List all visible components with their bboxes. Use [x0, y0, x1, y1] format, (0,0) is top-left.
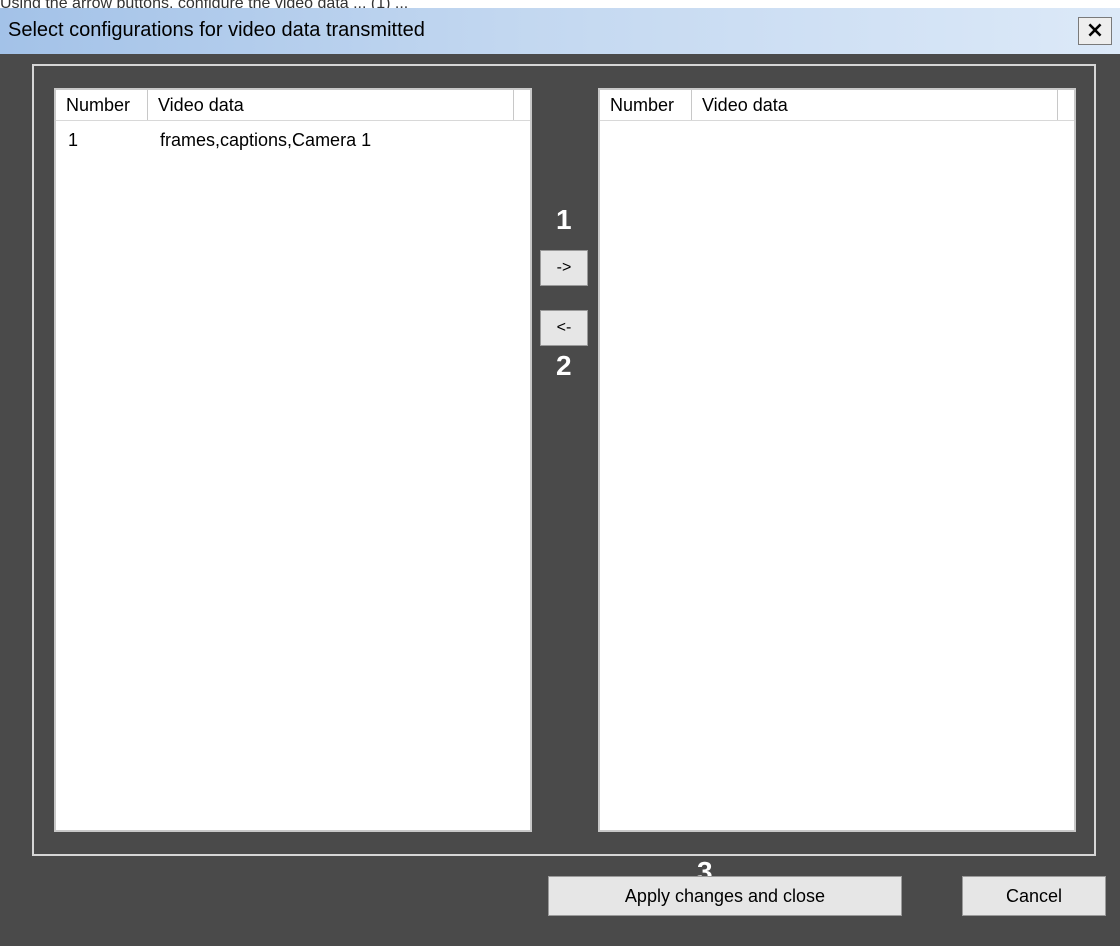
cropped-page-text: Using the arrow buttons, configure the v… [0, 0, 1120, 8]
selected-configs-list[interactable]: Number Video data [598, 88, 1076, 832]
available-configs-list[interactable]: Number Video data 1 frames,captions,Came… [54, 88, 532, 832]
cancel-button[interactable]: Cancel [962, 876, 1106, 916]
cell-number: 1 [68, 130, 79, 150]
column-header-video-data[interactable]: Video data [692, 90, 1058, 120]
title-bar: Select configurations for video data tra… [0, 8, 1120, 54]
move-right-button[interactable]: -> [540, 250, 588, 286]
marker-2: 2 [556, 350, 572, 381]
column-header-number[interactable]: Number [56, 90, 148, 120]
column-header-video-data[interactable]: Video data [148, 90, 514, 120]
dialog-title: Select configurations for video data tra… [8, 19, 425, 41]
apply-and-close-button[interactable]: Apply changes and close [548, 876, 902, 916]
list-header: Number Video data [56, 90, 530, 121]
move-left-button[interactable]: <- [540, 310, 588, 346]
close-button[interactable]: × [1078, 17, 1112, 45]
marker-1: 1 [556, 204, 572, 235]
close-icon: × [1085, 18, 1105, 43]
list-header: Number Video data [600, 90, 1074, 121]
cell-video-data: frames,captions,Camera 1 [160, 130, 372, 150]
column-header-number[interactable]: Number [600, 90, 692, 120]
list-item[interactable]: 1 frames,captions,Camera 1 [56, 126, 530, 154]
